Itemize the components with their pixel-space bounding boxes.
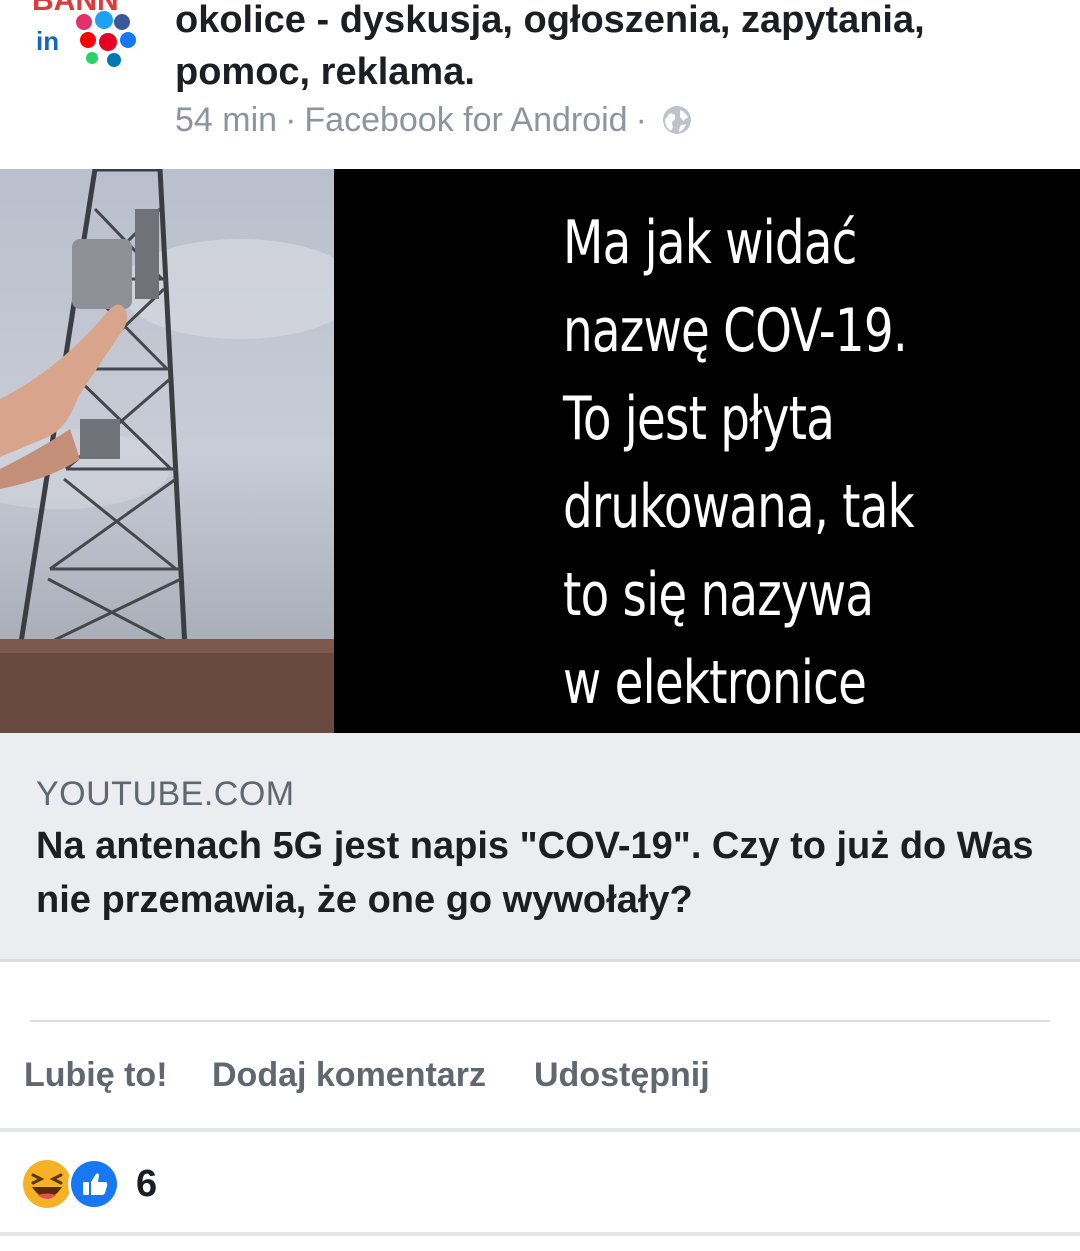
overlay-line: nazwę COV-19. [563, 296, 908, 366]
video-thumbnail[interactable]: Ma jak widać nazwę COV-19. To jest płyta… [0, 169, 1080, 733]
tower-photo [0, 169, 334, 733]
overlay-line: w elektronice [563, 648, 867, 718]
link-title[interactable]: Na antenach 5G jest napis "COV-19". Czy … [36, 819, 1036, 927]
group-avatar[interactable]: BANN in [22, 0, 152, 80]
share-button[interactable]: Udostępnij [534, 1040, 710, 1110]
post-header: BANN in okolice - dyskusja, ogłoszenia, … [0, 0, 1080, 169]
haha-icon [22, 1159, 72, 1209]
antenna-tower-image [0, 169, 334, 733]
post-source: Facebook for Android [304, 100, 628, 139]
post-meta: 54 min · Facebook for Android · [175, 98, 693, 142]
like-icon [68, 1158, 120, 1210]
action-bar: Lubię to! Dodaj komentarz Udostępnij [0, 1040, 1080, 1110]
overlay-line: to się nazywa [563, 560, 874, 630]
like-button[interactable]: Lubię to! [24, 1040, 168, 1110]
globe-icon[interactable] [661, 104, 693, 136]
overlay-line: Ma jak widać [563, 208, 857, 278]
post-time[interactable]: 54 min [175, 101, 277, 140]
link-preview-card[interactable]: YOUTUBE.COM Na antenach 5G jest napis "C… [0, 733, 1080, 962]
link-domain: YOUTUBE.COM [36, 775, 295, 813]
reaction-count: 6 [136, 1162, 158, 1205]
overlay-line: drukowana, tak [563, 472, 915, 542]
comment-button[interactable]: Dodaj komentarz [212, 1040, 486, 1110]
group-logo: BANN in [32, 0, 136, 67]
group-title[interactable]: okolice - dyskusja, ogłoszenia, zapytani… [175, 0, 1055, 98]
video-overlay-caption: Ma jak widać nazwę COV-19. To jest płyta… [563, 199, 937, 727]
svg-text:in: in [36, 26, 59, 56]
reactions-summary[interactable]: 6 [22, 1156, 157, 1212]
divider [0, 1232, 1080, 1236]
divider [0, 1128, 1080, 1132]
overlay-line: To jest płyta [563, 384, 835, 454]
divider [30, 1020, 1050, 1022]
